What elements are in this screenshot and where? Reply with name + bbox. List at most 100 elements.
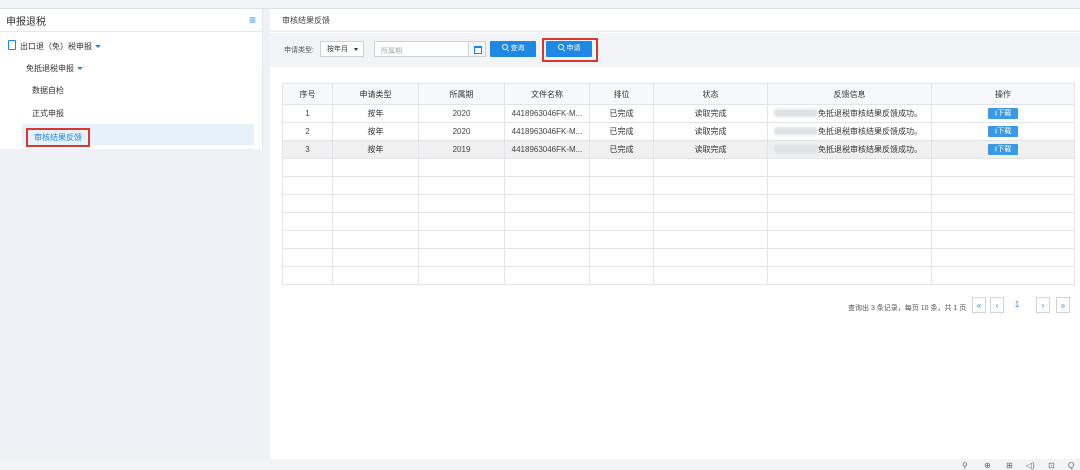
search-tray-icon[interactable]: Q [1068, 461, 1074, 470]
type-select[interactable]: 按年月 [320, 41, 364, 57]
sidebar-header: 申报退税 ≡ [0, 9, 262, 32]
feedback-text: 免抵退税审核结果反馈成功。 [818, 145, 922, 154]
filter-bar: 申请类型: 按年月 所属期 查询 申请 [270, 33, 1080, 67]
apply-button[interactable]: 申请 [546, 41, 592, 57]
header-period[interactable]: 所属期 [418, 83, 505, 105]
download-button[interactable]: ⭳下载 [988, 108, 1018, 119]
cell-period: 2019 [418, 140, 505, 159]
cell-type: 按年 [332, 104, 419, 123]
cell-rank: 已完成 [589, 122, 654, 141]
type-select-value: 按年月 [327, 46, 348, 53]
globe-icon[interactable]: ⊕ [984, 461, 991, 470]
cell-feedback: 免抵退税审核结果反馈成功。 [767, 104, 932, 123]
cell-file: 4418963046FK-M... [504, 140, 590, 159]
download-label: 下载 [997, 110, 1012, 117]
redacted-block [774, 145, 818, 153]
pager-last-button[interactable]: » [1056, 297, 1070, 313]
feedback-text: 免抵退税审核结果反馈成功。 [818, 127, 922, 136]
sidebar: 申报退税 ≡ 出口退（免）税申报 免抵退税申报 数据自检 正式申报 审核结果反馈 [0, 9, 263, 149]
empty-row [282, 230, 1075, 249]
calendar-tray-icon[interactable]: ⊞ [1006, 461, 1013, 470]
cell-period: 2020 [418, 104, 505, 123]
pager-first-button[interactable]: « [972, 297, 986, 313]
table-header-row: 序号 申请类型 所属期 文件名称 排位 状态 反馈信息 操作 [282, 83, 1075, 105]
cell-file: 4418963046FK-M... [504, 104, 590, 123]
header-action[interactable]: 操作 [931, 83, 1075, 105]
cell-status: 读取完成 [653, 140, 768, 159]
cell-rank: 已完成 [589, 140, 654, 159]
cell-status: 读取完成 [653, 122, 768, 141]
download-label: 下载 [997, 128, 1012, 135]
sidebar-title: 申报退税 [6, 16, 46, 28]
page-title: 审核结果反馈 [282, 16, 330, 25]
header-feedback[interactable]: 反馈信息 [767, 83, 932, 105]
sidebar-item-label: 出口退（免）税申报 [20, 42, 92, 51]
empty-row [282, 266, 1075, 285]
query-button[interactable]: 查询 [490, 41, 536, 57]
empty-row [282, 158, 1075, 177]
cell-no: 3 [282, 140, 333, 159]
search-icon [501, 44, 508, 50]
sidebar-item-self-check[interactable]: 数据自检 [32, 85, 64, 96]
cell-no: 1 [282, 104, 333, 123]
empty-row [282, 212, 1075, 231]
document-icon [8, 40, 16, 50]
period-input[interactable]: 所属期 [374, 41, 486, 57]
top-bar [0, 0, 1080, 9]
download-button[interactable]: ⭳下载 [988, 126, 1018, 137]
sidebar-item-exempt-refund[interactable]: 免抵退税申报 [26, 63, 83, 74]
pager-next-button[interactable]: › [1036, 297, 1050, 313]
query-button-label: 查询 [510, 45, 525, 52]
chevron-down-icon [95, 45, 101, 48]
cell-status: 读取完成 [653, 104, 768, 123]
table-row[interactable]: 3 按年 2019 4418963046FK-M... 已完成 读取完成 免抵退… [282, 140, 1075, 159]
redacted-block [774, 109, 818, 117]
empty-row [282, 176, 1075, 195]
sidebar-item-formal[interactable]: 正式申报 [32, 108, 64, 119]
header-file[interactable]: 文件名称 [504, 83, 590, 105]
rocket-icon[interactable]: ⚲ [962, 461, 968, 470]
empty-row [282, 194, 1075, 213]
pager-summary: 查询出 3 条记录，每页 10 条，共 1 页 [848, 305, 967, 312]
period-placeholder: 所属期 [381, 48, 402, 55]
divider [270, 31, 1080, 32]
dropdown-arrow-icon [354, 48, 358, 51]
cell-type: 按年 [332, 122, 419, 141]
hamburger-icon[interactable]: ≡ [249, 14, 256, 26]
window-icon[interactable]: ⊡ [1048, 461, 1055, 470]
type-label: 申请类型: [284, 47, 314, 54]
sidebar-item-label: 免抵退税申报 [26, 64, 74, 73]
cell-period: 2020 [418, 122, 505, 141]
cell-type: 按年 [332, 140, 419, 159]
header-rank[interactable]: 排位 [589, 83, 654, 105]
sidebar-item-export-refund[interactable]: 出口退（免）税申报 [8, 40, 101, 52]
bottom-bar [0, 459, 1080, 470]
header-status[interactable]: 状态 [653, 83, 768, 105]
cell-file: 4418963046FK-M... [504, 122, 590, 141]
header-no[interactable]: 序号 [282, 83, 333, 105]
pager-prev-button[interactable]: ‹ [990, 297, 1004, 313]
empty-row [282, 248, 1075, 267]
table-row[interactable]: 1 按年 2020 4418963046FK-M... 已完成 读取完成 免抵退… [282, 104, 1075, 123]
header-type[interactable]: 申请类型 [332, 83, 419, 105]
cell-action: ⭳下载 [931, 122, 1075, 141]
feedback-table: 序号 申请类型 所属期 文件名称 排位 状态 反馈信息 操作 1 按年 2020… [282, 83, 1075, 285]
cell-no: 2 [282, 122, 333, 141]
cell-action: ⭳下载 [931, 104, 1075, 123]
redacted-block [774, 127, 818, 135]
cell-rank: 已完成 [589, 104, 654, 123]
volume-icon[interactable]: ◁) [1026, 461, 1035, 470]
download-button[interactable]: ⭳下载 [988, 144, 1018, 155]
pager-current-page[interactable]: 1 [1010, 297, 1024, 313]
table-row[interactable]: 2 按年 2020 4418963046FK-M... 已完成 读取完成 免抵退… [282, 122, 1075, 141]
cell-feedback: 免抵退税审核结果反馈成功。 [767, 122, 932, 141]
cell-action: ⭳下载 [931, 140, 1075, 159]
calendar-icon[interactable] [468, 42, 485, 56]
cell-feedback: 免抵退税审核结果反馈成功。 [767, 140, 932, 159]
chevron-down-icon [77, 67, 83, 70]
download-label: 下载 [997, 146, 1012, 153]
search-icon [557, 44, 564, 50]
apply-button-label: 申请 [566, 45, 581, 52]
sidebar-item-feedback[interactable]: 审核结果反馈 [26, 128, 90, 147]
main-panel: 审核结果反馈 申请类型: 按年月 所属期 查询 申请 序号 申请类型 所属期 文… [270, 9, 1080, 459]
